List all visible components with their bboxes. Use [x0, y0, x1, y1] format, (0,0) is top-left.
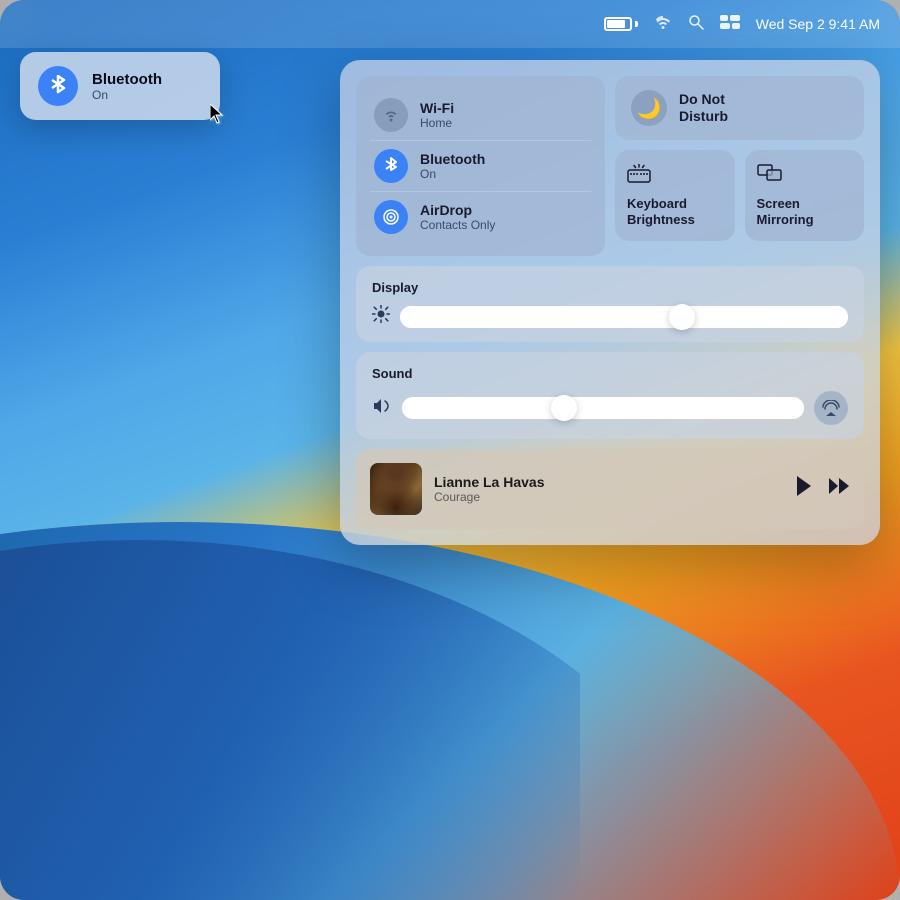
wifi-info: Wi-Fi Home — [420, 100, 454, 130]
display-slider-thumb[interactable] — [669, 304, 695, 330]
do-not-disturb-tile[interactable]: 🌙 Do Not Disturb — [615, 76, 864, 140]
sound-section: Sound — [356, 352, 864, 439]
volume-icon — [372, 398, 392, 419]
sound-section-label: Sound — [372, 366, 848, 381]
airdrop-network-item[interactable]: AirDrop Contacts Only — [370, 192, 591, 242]
mouse-cursor — [210, 104, 226, 130]
bluetooth-tooltip-info: Bluetooth On — [92, 71, 162, 102]
display-section: Display — [356, 266, 864, 342]
airdrop-name: AirDrop — [420, 202, 495, 218]
network-tile[interactable]: Wi-Fi Home Bluetooth On — [356, 76, 605, 256]
bluetooth-tooltip-title: Bluetooth — [92, 71, 162, 88]
bluetooth-tooltip-icon — [38, 66, 78, 106]
airdrop-info: AirDrop Contacts Only — [420, 202, 495, 232]
now-playing-title: Lianne La Havas — [434, 474, 782, 490]
bluetooth-network-item[interactable]: Bluetooth On — [370, 141, 591, 192]
control-center-panel: Wi-Fi Home Bluetooth On — [340, 60, 880, 545]
display-section-label: Display — [372, 280, 848, 295]
control-center-menubar-icon[interactable] — [720, 15, 740, 34]
bluetooth-info: Bluetooth On — [420, 151, 485, 181]
now-playing-section: Lianne La Havas Courage — [356, 449, 864, 529]
brightness-icon — [372, 305, 390, 328]
keyboard-brightness-icon — [627, 164, 651, 190]
keyboard-brightness-tile[interactable]: Keyboard Brightness — [615, 150, 735, 241]
now-playing-subtitle: Courage — [434, 490, 782, 504]
sound-slider[interactable] — [402, 397, 804, 419]
airplay-audio-button[interactable] — [814, 391, 848, 425]
now-playing-controls — [794, 475, 850, 503]
battery-icon — [604, 17, 638, 31]
wifi-network-icon — [374, 98, 408, 132]
dnd-icon: 🌙 — [631, 90, 667, 126]
bluetooth-network-icon — [374, 149, 408, 183]
play-button[interactable] — [794, 475, 814, 503]
airdrop-status: Contacts Only — [420, 218, 495, 232]
screen-mirroring-icon — [757, 164, 783, 190]
search-menubar-icon[interactable] — [688, 14, 704, 35]
display-slider[interactable] — [400, 306, 848, 328]
wifi-status: Home — [420, 116, 454, 130]
album-art — [370, 463, 422, 515]
menubar: Wed Sep 2 9:41 AM — [0, 0, 900, 48]
airdrop-network-icon — [374, 200, 408, 234]
now-playing-info: Lianne La Havas Courage — [434, 474, 782, 504]
wifi-name: Wi-Fi — [420, 100, 454, 116]
wifi-network-item[interactable]: Wi-Fi Home — [370, 90, 591, 141]
mac-frame: Wed Sep 2 9:41 AM Bluetooth On — [0, 0, 900, 900]
sound-slider-thumb[interactable] — [551, 395, 577, 421]
screen-mirroring-label: Screen Mirroring — [757, 196, 853, 227]
dnd-label: Do Not Disturb — [679, 91, 728, 125]
screen-mirroring-tile[interactable]: Screen Mirroring — [745, 150, 865, 241]
bluetooth-tooltip-status: On — [92, 88, 162, 102]
wifi-menubar-icon[interactable] — [654, 15, 672, 34]
bluetooth-name: Bluetooth — [420, 151, 485, 167]
bluetooth-status: On — [420, 167, 485, 181]
bluetooth-tooltip[interactable]: Bluetooth On — [20, 52, 220, 120]
menubar-datetime: Wed Sep 2 9:41 AM — [756, 16, 880, 32]
fast-forward-button[interactable] — [828, 477, 850, 501]
keyboard-brightness-label: Keyboard Brightness — [627, 196, 723, 227]
